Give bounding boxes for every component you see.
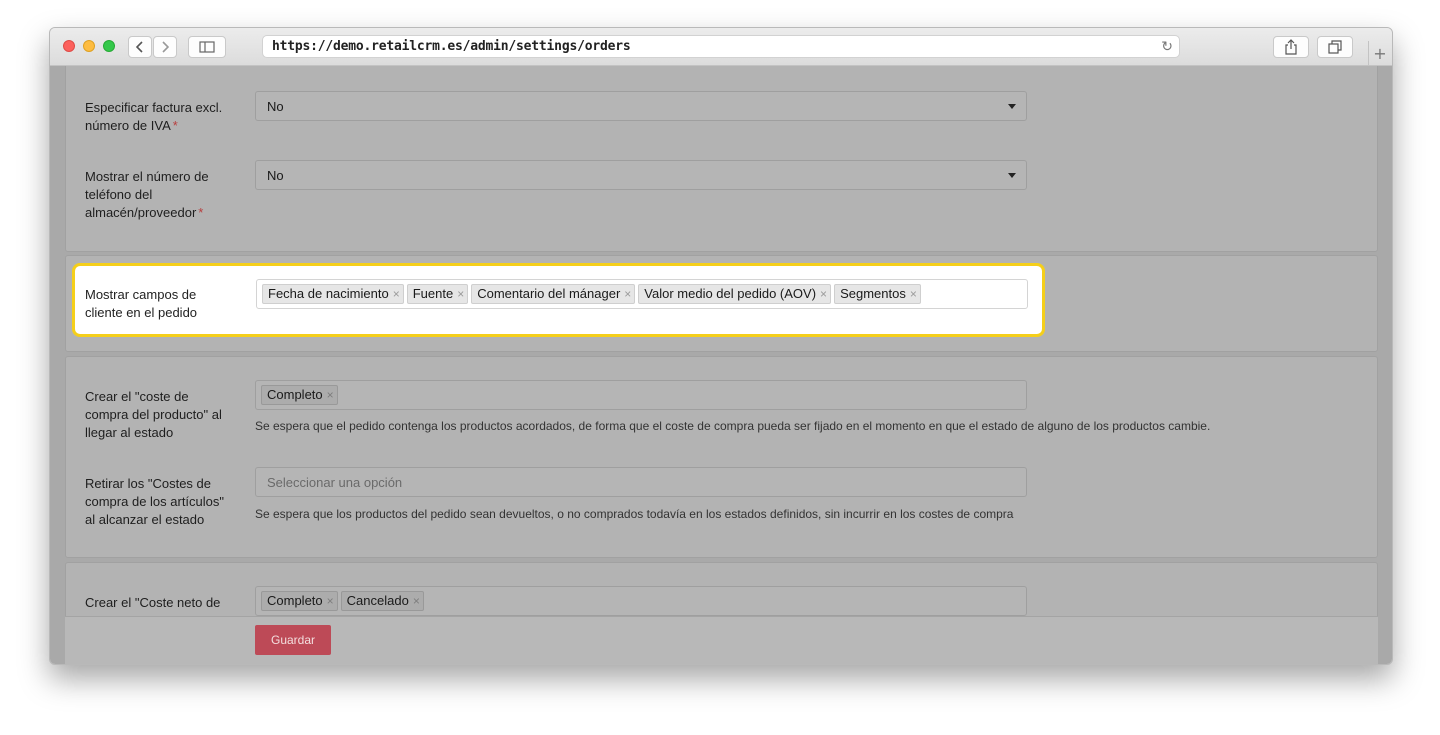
browser-window: https://demo.retailcrm.es/admin/settings… bbox=[49, 27, 1393, 665]
remove-tag-icon[interactable]: × bbox=[327, 386, 334, 404]
withdraw-cost-label-line2: compra de los artículos" bbox=[85, 494, 225, 509]
save-button[interactable]: Guardar bbox=[255, 625, 331, 655]
highlighted-customer-fields-row: Mostrar campos de cliente en el pedido F… bbox=[72, 263, 1045, 337]
caret-down-icon bbox=[1008, 173, 1016, 178]
purchase-cost-label: Crear el "coste de compra del producto" … bbox=[85, 388, 222, 442]
tag-label: Segmentos bbox=[840, 286, 906, 301]
back-button[interactable] bbox=[128, 36, 152, 58]
remove-tag-icon[interactable]: × bbox=[910, 285, 917, 303]
customer-fields-label: Mostrar campos de cliente en el pedido bbox=[85, 286, 197, 322]
minimize-window-button[interactable] bbox=[83, 40, 95, 52]
invoice-vat-select[interactable]: No bbox=[255, 91, 1027, 121]
purchase-cost-label-line1: Crear el "coste de bbox=[85, 389, 189, 404]
purchase-cost-label-line2: compra del producto" al bbox=[85, 407, 222, 422]
phone-label-line2: teléfono del bbox=[85, 187, 153, 202]
caret-down-icon bbox=[1008, 104, 1016, 109]
purchase-cost-label-line3: llegar al estado bbox=[85, 425, 174, 440]
phone-value: No bbox=[267, 168, 284, 183]
required-mark: * bbox=[172, 118, 178, 133]
phone-label: Mostrar el número de teléfono del almacé… bbox=[85, 168, 209, 222]
remove-tag-icon[interactable]: × bbox=[624, 285, 631, 303]
tag-completo: Completo × bbox=[261, 591, 338, 611]
tabs-icon bbox=[1328, 40, 1342, 54]
withdraw-cost-label-line3: al alcanzar el estado bbox=[85, 512, 205, 527]
invoice-vat-value: No bbox=[267, 99, 284, 114]
tag-valor-medio-del-pedido: Valor medio del pedido (AOV) × bbox=[638, 284, 832, 304]
tag-label: Completo bbox=[267, 593, 323, 608]
invoice-vat-label-line1: Especificar factura excl. bbox=[85, 100, 223, 115]
tag-fuente: Fuente × bbox=[406, 284, 469, 304]
share-icon bbox=[1285, 39, 1297, 55]
tag-label: Completo bbox=[267, 387, 323, 402]
remove-tag-icon[interactable]: × bbox=[820, 285, 827, 303]
withdraw-cost-placeholder: Seleccionar una opción bbox=[267, 475, 403, 490]
reload-icon[interactable]: ↻ bbox=[1161, 39, 1173, 55]
chevron-left-icon bbox=[136, 41, 143, 53]
zoom-window-button[interactable] bbox=[103, 40, 115, 52]
customer-fields-label-line2: cliente en el pedido bbox=[85, 305, 198, 320]
tag-cancelado: Cancelado × bbox=[340, 591, 424, 611]
page-content: Especificar factura excl. número de IVA *… bbox=[50, 66, 1392, 664]
tag-label: Valor medio del pedido (AOV) bbox=[644, 286, 817, 301]
remove-tag-icon[interactable]: × bbox=[457, 285, 464, 303]
tag-comentario-del-manager: Comentario del mánager × bbox=[471, 284, 636, 304]
tag-completo: Completo × bbox=[261, 385, 338, 405]
required-mark: * bbox=[198, 205, 204, 220]
phone-label-line3: almacén/proveedor bbox=[85, 205, 197, 220]
withdraw-cost-multiselect[interactable]: Seleccionar una opción bbox=[255, 467, 1027, 497]
invoice-vat-label-line2: número de IVA bbox=[85, 118, 171, 133]
chevron-right-icon bbox=[162, 41, 169, 53]
tag-label: Comentario del mánager bbox=[477, 286, 621, 301]
new-tab-button[interactable]: + bbox=[1368, 41, 1391, 65]
tag-label: Cancelado bbox=[346, 593, 409, 608]
address-bar[interactable]: https://demo.retailcrm.es/admin/settings… bbox=[262, 35, 1180, 58]
forward-button[interactable] bbox=[153, 36, 177, 58]
withdraw-cost-label-line1: Retirar los "Costes de bbox=[85, 476, 211, 491]
net-cost-label-line1: Crear el "Coste neto de bbox=[85, 595, 221, 610]
tag-fecha-de-nacimiento: Fecha de nacimiento × bbox=[262, 284, 404, 304]
phone-select[interactable]: No bbox=[255, 160, 1027, 190]
sidebar-toggle-button[interactable] bbox=[188, 36, 226, 58]
remove-tag-icon[interactable]: × bbox=[413, 592, 420, 610]
tag-label: Fecha de nacimiento bbox=[268, 286, 389, 301]
tag-segmentos: Segmentos × bbox=[834, 284, 921, 304]
remove-tag-icon[interactable]: × bbox=[327, 592, 334, 610]
net-cost-multiselect[interactable]: Completo × Cancelado × bbox=[255, 586, 1027, 616]
tag-label: Fuente bbox=[412, 286, 454, 301]
net-cost-label: Crear el "Coste neto de bbox=[85, 594, 220, 612]
purchase-cost-multiselect[interactable]: Completo × bbox=[255, 380, 1027, 410]
withdraw-cost-help: Se espera que los productos del pedido s… bbox=[255, 507, 1014, 521]
browser-titlebar: https://demo.retailcrm.es/admin/settings… bbox=[50, 28, 1392, 66]
customer-fields-label-line1: Mostrar campos de bbox=[85, 287, 197, 302]
remove-tag-icon[interactable]: × bbox=[393, 285, 400, 303]
form-footer: Guardar bbox=[65, 616, 1378, 664]
customer-fields-multiselect[interactable]: Fecha de nacimiento × Fuente × Comentario … bbox=[256, 279, 1028, 309]
plus-icon: + bbox=[1373, 43, 1387, 63]
tabs-overview-button[interactable] bbox=[1317, 36, 1353, 58]
sidebar-icon bbox=[199, 41, 215, 53]
close-window-button[interactable] bbox=[63, 40, 75, 52]
share-button[interactable] bbox=[1273, 36, 1309, 58]
purchase-cost-help: Se espera que el pedido contenga los pro… bbox=[255, 419, 1211, 433]
withdraw-cost-label: Retirar los "Costes de compra de los art… bbox=[85, 475, 224, 529]
phone-label-line1: Mostrar el número de bbox=[85, 169, 209, 184]
invoice-vat-label: Especificar factura excl. número de IVA * bbox=[85, 99, 222, 135]
url-text: https://demo.retailcrm.es/admin/settings… bbox=[272, 39, 631, 54]
